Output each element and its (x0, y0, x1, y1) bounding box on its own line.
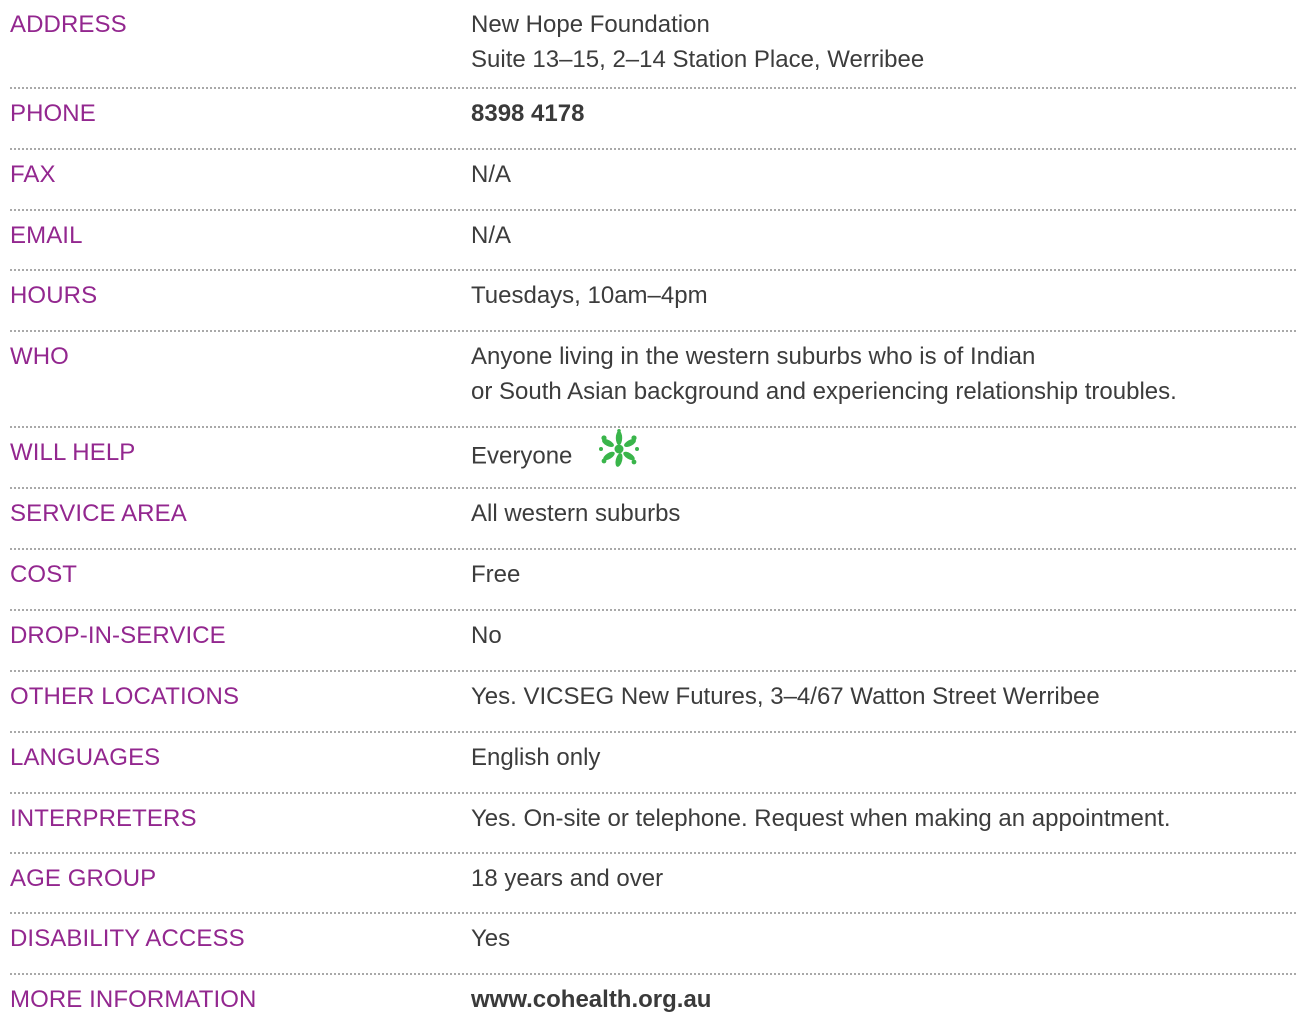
green-flower-icon (597, 429, 641, 479)
row-hours: HOURS Tuesdays, 10am–4pm (10, 271, 1296, 332)
row-age-group: AGE GROUP 18 years and over (10, 854, 1296, 914)
row-drop-in-service: DROP-IN-SERVICE No (10, 611, 1296, 672)
row-other-locations: OTHER LOCATIONS Yes. VICSEG New Futures,… (10, 672, 1296, 733)
row-label: FAX (10, 161, 56, 188)
row-label: PHONE (10, 100, 96, 127)
row-languages: LANGUAGES English only (10, 733, 1296, 794)
row-label: LANGUAGES (10, 744, 161, 771)
row-value: No (471, 622, 502, 649)
service-details-table: ADDRESS New Hope Foundation Suite 13–15,… (10, 0, 1296, 1020)
row-who: WHO Anyone living in the western suburbs… (10, 332, 1296, 428)
row-label: OTHER LOCATIONS (10, 683, 240, 710)
row-value: Free (471, 561, 521, 588)
row-label: INTERPRETERS (10, 805, 197, 832)
row-value: Everyone (471, 429, 1296, 487)
row-disability-access: DISABILITY ACCESS Yes (10, 914, 1296, 975)
row-fax: FAX N/A (10, 150, 1296, 211)
row-value: N/A (471, 222, 512, 249)
row-value: Tuesdays, 10am–4pm (471, 282, 708, 309)
address-line-1: New Hope Foundation (471, 11, 710, 38)
row-label: DISABILITY ACCESS (10, 925, 245, 952)
row-label: COST (10, 561, 78, 588)
row-label: MORE INFORMATION (10, 986, 257, 1013)
row-label: SERVICE AREA (10, 500, 187, 527)
row-label: WILL HELP (10, 439, 136, 466)
row-value: English only (471, 744, 601, 771)
who-line-2: or South Asian background and experienci… (471, 378, 1177, 405)
row-label: AGE GROUP (10, 865, 157, 892)
row-interpreters: INTERPRETERS Yes. On-site or telephone. … (10, 794, 1296, 854)
row-cost: COST Free (10, 550, 1296, 611)
row-value: Yes (471, 925, 511, 952)
row-more-information: MORE INFORMATION www.cohealth.org.au (10, 975, 1296, 1020)
address-line-2: Suite 13–15, 2–14 Station Place, Werribe… (471, 46, 925, 73)
who-line-1: Anyone living in the western suburbs who… (471, 343, 1036, 370)
row-value: Anyone living in the western suburbs who… (471, 339, 1296, 426)
row-will-help: WILL HELP Everyone (10, 428, 1296, 489)
row-value: 18 years and over (471, 865, 664, 892)
row-value: All western suburbs (471, 500, 681, 527)
will-help-value: Everyone (471, 442, 573, 470)
row-value: Yes. VICSEG New Futures, 3–4/67 Watton S… (471, 683, 1100, 710)
row-email: EMAIL N/A (10, 211, 1296, 271)
row-label: EMAIL (10, 222, 83, 249)
row-value: N/A (471, 161, 512, 188)
row-label: HOURS (10, 282, 98, 309)
row-value: New Hope Foundation Suite 13–15, 2–14 St… (471, 7, 1296, 87)
website-link[interactable]: www.cohealth.org.au (471, 982, 1296, 1020)
row-value: Yes. On-site or telephone. Request when … (471, 805, 1171, 832)
row-phone: PHONE 8398 4178 (10, 89, 1296, 150)
phone-value: 8398 4178 (471, 100, 585, 127)
row-service-area: SERVICE AREA All western suburbs (10, 489, 1296, 550)
row-label: ADDRESS (10, 11, 127, 38)
row-address: ADDRESS New Hope Foundation Suite 13–15,… (10, 0, 1296, 89)
row-label: WHO (10, 343, 69, 370)
row-label: DROP-IN-SERVICE (10, 622, 226, 649)
